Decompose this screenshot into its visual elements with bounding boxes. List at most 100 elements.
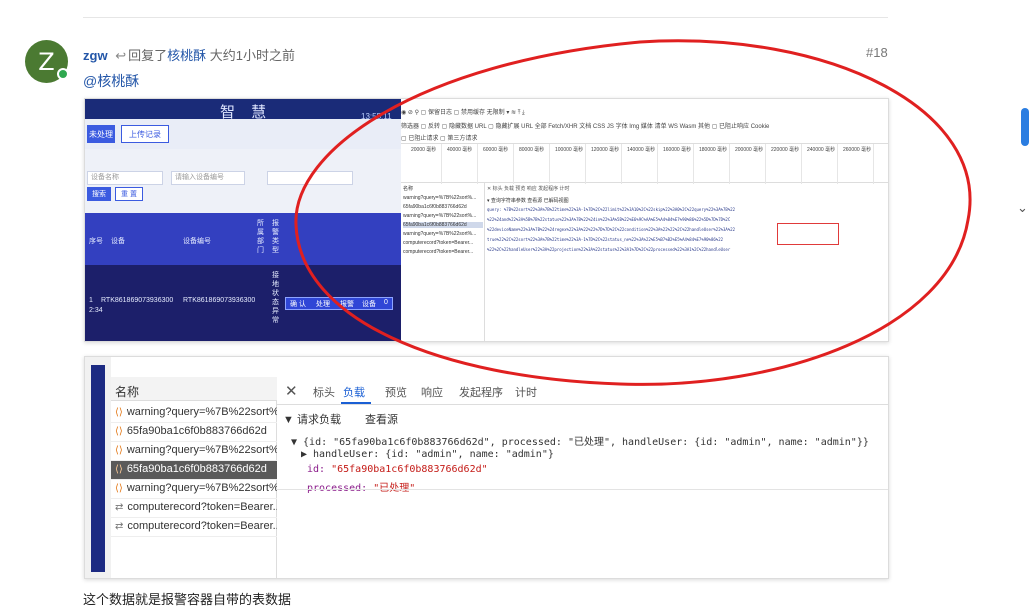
author-username[interactable]: zgw bbox=[83, 48, 108, 63]
request-list-item: warning?query=%7B%22sort%... bbox=[403, 195, 477, 201]
xhr-icon: ⟨⟩ bbox=[115, 464, 123, 475]
row-actions: 确 认 处理 报警 设备 0 bbox=[285, 297, 393, 310]
request-list-item: 65fa90ba1c6f0b883766d62d bbox=[403, 222, 483, 228]
online-status-dot bbox=[57, 68, 69, 80]
timeline-label: 180000 毫秒 bbox=[699, 147, 728, 153]
request-list-item[interactable]: ⟨⟩ warning?query=%7B%22sort%... bbox=[111, 442, 288, 461]
xhr-icon: ⟨⟩ bbox=[115, 426, 123, 437]
timeline-label: 200000 毫秒 bbox=[735, 147, 764, 153]
handle-user-node[interactable]: ▶ handleUser: {id: "admin", name: "admin… bbox=[301, 449, 554, 460]
row-device-no: RTK861869073936300 bbox=[183, 297, 256, 304]
request-label: 65fa90ba1c6f0b883766d62d bbox=[126, 425, 267, 437]
payload-title: ▾ 查询字符串参数 查看源 已解码视图 bbox=[487, 198, 569, 204]
tab-preview[interactable]: 预览 bbox=[385, 384, 407, 400]
mention-link[interactable]: @核桃酥 bbox=[83, 71, 139, 91]
action-count: 0 bbox=[384, 299, 388, 306]
row-index: 1 bbox=[89, 297, 93, 304]
timeline-gridline bbox=[585, 144, 586, 184]
reply-target-link[interactable]: 核桃酥 bbox=[167, 48, 206, 63]
tab-response[interactable]: 响应 bbox=[421, 384, 443, 400]
payload-line: %22%24and%22%3A%5B%7B%22status%22%3A%7B%… bbox=[487, 217, 731, 222]
timeline-gridline bbox=[837, 144, 838, 184]
col-seq: 序号 bbox=[89, 238, 103, 245]
close-icon[interactable]: ✕ bbox=[285, 382, 298, 400]
device-name-filter: 设备名称 bbox=[87, 171, 163, 185]
request-list-item: warning?query=%7B%22sort%... bbox=[403, 213, 477, 219]
timeline-label: 140000 毫秒 bbox=[627, 147, 656, 153]
timeline-label: 20000 毫秒 bbox=[411, 147, 437, 153]
request-payload-section[interactable]: ▼ 请求负载 查看源 bbox=[283, 411, 398, 427]
payload-line: query: %7B%22sort%22%3A%7B%22time%22%3A-… bbox=[487, 207, 736, 212]
request-list-item[interactable]: ⟨⟩ warning?query=%7B%22sort%... bbox=[111, 480, 288, 499]
page-scroll-indicator[interactable] bbox=[1021, 108, 1029, 146]
post-header: zgw ↩ 回复了核桃酥 大约1小时之前 bbox=[83, 45, 295, 64]
table-header bbox=[85, 213, 401, 265]
post-caption: 这个数据就是报警容器自带的表数据 bbox=[83, 592, 292, 607]
devtools-filter-row: 筛选器 ▢ 反转 ▢ 隐藏数据 URL ▢ 隐藏扩展 URL 全部 Fetch/… bbox=[401, 124, 770, 130]
request-list-item[interactable]: ⟨⟩ 65fa90ba1c6f0b883766d62d bbox=[111, 461, 277, 480]
reply-prefix: 回复了 bbox=[128, 48, 168, 63]
attached-screenshot-1[interactable]: 智 慧 13:55:11 未处理 上传记录 设备名称 请输入设备编号 搜索 重 … bbox=[84, 98, 889, 342]
timeline-gridline bbox=[693, 144, 694, 184]
devtools-request-detail: ✕ 标头 负载 预览 响应 发起程序 计时 ▾ 查询字符串参数 查看源 已解码视… bbox=[487, 183, 887, 341]
id-value: "65fa90ba1c6f0b883766d62d" bbox=[331, 464, 488, 475]
payload-root-object[interactable]: ▼ {id: "65fa90ba1c6f0b883766d62d", proce… bbox=[291, 433, 869, 448]
timeline-label: 220000 毫秒 bbox=[771, 147, 800, 153]
col-dept: 所属部门 bbox=[257, 220, 264, 254]
extra-filter bbox=[267, 171, 353, 185]
request-list-item[interactable]: ⇄ computerecord?token=Bearer... bbox=[111, 499, 282, 518]
timeline-label: 40000 毫秒 bbox=[447, 147, 473, 153]
request-list-item[interactable]: ⟨⟩ 65fa90ba1c6f0b883766d62d bbox=[111, 423, 277, 442]
request-detail-pane: ✕ 标头 负载 预览 响应 发起程序 计时 ▼ 请求负载 查看源 ▼ {id: … bbox=[277, 377, 888, 578]
highlight-box bbox=[777, 223, 839, 245]
timeline-label: 240000 毫秒 bbox=[807, 147, 836, 153]
request-label: 65fa90ba1c6f0b883766d62d bbox=[126, 463, 267, 475]
timeline-gridline bbox=[801, 144, 802, 184]
detail-tabs-row: ✕ 标头 负载 预览 响应 发起程序 计时 bbox=[277, 377, 888, 405]
timeline-label: 260000 毫秒 bbox=[843, 147, 872, 153]
request-payload-title: ▼ 请求负载 bbox=[283, 414, 341, 426]
row-time: 2:34 bbox=[89, 307, 103, 314]
xhr-icon: ⟨⟩ bbox=[115, 445, 123, 456]
timeline-label: 80000 毫秒 bbox=[519, 147, 545, 153]
timeline-gridline bbox=[873, 144, 874, 184]
timeline-gridline bbox=[621, 144, 622, 184]
request-list-item: 65fa90ba1c6f0b883766d62d bbox=[403, 204, 467, 210]
request-label: computerecord?token=Bearer... bbox=[127, 520, 282, 532]
view-source-link[interactable]: 查看源 bbox=[365, 411, 398, 427]
handle-action: 处理 bbox=[316, 301, 330, 308]
tab-payload[interactable]: 负载 bbox=[343, 384, 365, 400]
request-list-item[interactable]: ⇄ computerecord?token=Bearer... bbox=[111, 518, 282, 537]
dark-app-panel: 智 慧 13:55:11 未处理 上传记录 设备名称 请输入设备编号 搜索 重 … bbox=[85, 99, 401, 341]
confirm-action: 确 认 bbox=[290, 301, 306, 308]
tab-upload-records: 上传记录 bbox=[121, 125, 169, 143]
timeline-label: 120000 毫秒 bbox=[591, 147, 620, 153]
id-field: id: "65fa90ba1c6f0b883766d62d" bbox=[307, 464, 488, 475]
devtools-network-panel: ◉ ⊘ ⚲ ▢ 保留日志 ▢ 禁用缓存 无限制 ▾ ≋ ⤒ ⤓ 筛选器 ▢ 反转… bbox=[401, 99, 888, 341]
devtools-filter-row-2: ▢ 已阻止请求 ▢ 第三方请求 bbox=[401, 136, 478, 142]
timeline-gridline bbox=[441, 144, 442, 184]
tab-headers[interactable]: 标头 bbox=[313, 384, 335, 400]
search-button: 搜索 bbox=[87, 187, 111, 201]
col-device-no: 设备编号 bbox=[183, 238, 211, 245]
chevron-down-icon[interactable]: ⌄ bbox=[1017, 200, 1028, 216]
row-device: RTK861869073936300 bbox=[101, 297, 174, 304]
tab-timing[interactable]: 计时 bbox=[515, 384, 537, 400]
avatar-letter: Z bbox=[38, 47, 55, 76]
request-label: warning?query=%7B%22sort%... bbox=[126, 444, 288, 456]
post-time: 大约1小时之前 bbox=[209, 48, 295, 63]
request-list-item[interactable]: ⟨⟩ warning?query=%7B%22sort%... bbox=[111, 404, 288, 423]
tab-initiator[interactable]: 发起程序 bbox=[459, 384, 503, 400]
attached-screenshot-2[interactable]: 名称 ⟨⟩ warning?query=%7B%22sort%... ⟨⟩ 65fa9… bbox=[84, 356, 889, 579]
detail-divider bbox=[277, 489, 888, 490]
timeline-label: 160000 毫秒 bbox=[663, 147, 692, 153]
app-edge-blue bbox=[91, 365, 105, 572]
col-type: 报警类型 bbox=[272, 220, 279, 254]
devtools-request-list: 名称 warning?query=%7B%22sort%... 65fa90ba1… bbox=[401, 183, 485, 341]
xhr-icon: ⟨⟩ bbox=[115, 483, 123, 494]
active-tab-underline bbox=[341, 402, 371, 404]
id-key: id: bbox=[307, 464, 326, 475]
post-number-link[interactable]: #18 bbox=[866, 45, 888, 60]
reset-button: 重 置 bbox=[115, 187, 143, 201]
request-list-item: computerecord?token=Bearer... bbox=[403, 240, 474, 246]
